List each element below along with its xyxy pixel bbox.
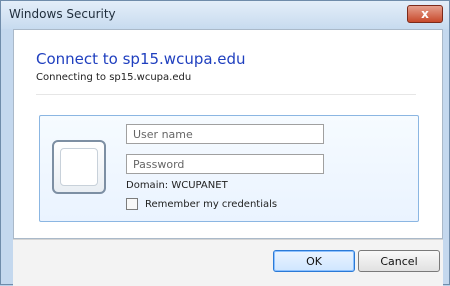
remember-checkbox[interactable] [126,198,138,210]
user-tile-icon [52,140,106,194]
button-bar: OK Cancel [13,239,443,286]
dialog-content: Connect to sp15.wcupa.edu Connecting to … [13,29,443,239]
close-icon: x [421,7,429,21]
windows-security-dialog: Windows Security x Connect to sp15.wcupa… [0,0,450,286]
divider [36,94,416,95]
user-tile-inner [60,148,98,186]
domain-text: Domain: WCUPANET [126,180,228,191]
title-bar: Windows Security x [1,1,449,29]
credential-panel: Domain: WCUPANET Remember my credentials [39,115,419,222]
dialog-subheading: Connecting to sp15.wcupa.edu [36,72,192,83]
remember-credentials-option[interactable]: Remember my credentials [126,198,277,210]
cancel-button[interactable]: Cancel [358,250,440,272]
password-field[interactable] [126,154,324,174]
remember-label: Remember my credentials [145,198,278,210]
ok-button[interactable]: OK [273,250,355,272]
window-title: Windows Security [9,7,116,21]
dialog-heading: Connect to sp15.wcupa.edu [36,50,246,68]
username-field[interactable] [126,124,324,144]
close-button[interactable]: x [407,5,443,23]
